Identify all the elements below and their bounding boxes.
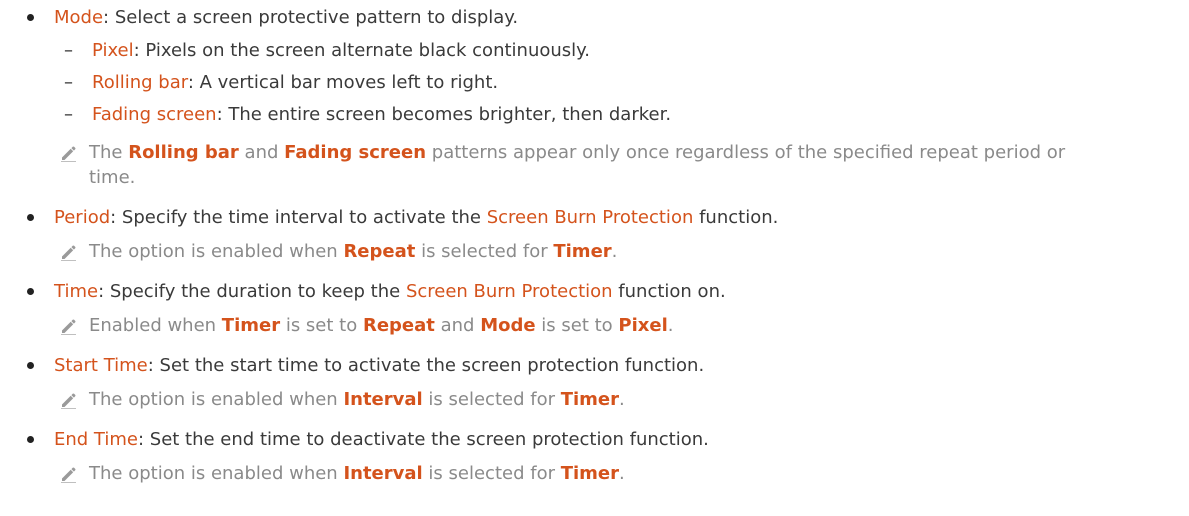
note-text: The — [89, 142, 129, 163]
desc-time: : Specify the duration to keep the — [98, 281, 406, 302]
note-period: The option is enabled when Repeat is sel… — [0, 240, 1189, 264]
note-text: . — [611, 241, 618, 262]
note-text: The option is enabled when — [89, 463, 344, 484]
note-term-timer: Timer — [221, 315, 281, 336]
note-term-repeat: Repeat — [343, 241, 416, 262]
sub-item-pixel: – Pixel: Pixels on the screen alternate … — [0, 39, 1189, 63]
note-term-mode: Mode — [480, 315, 536, 336]
note-text: is selected for — [422, 389, 561, 410]
note-start-time: The option is enabled when Interval is s… — [0, 388, 1189, 412]
term-mode: Mode — [54, 7, 104, 28]
note-text: is set to — [280, 315, 363, 336]
list-item-time: Time: Specify the duration to keep the S… — [0, 280, 1189, 304]
desc-time-end: function on. — [612, 281, 726, 302]
note-text: is selected for — [422, 463, 561, 484]
note-term-timer: Timer — [560, 389, 619, 410]
note-time: Enabled when Timer is set to Repeat and … — [0, 314, 1189, 338]
pencil-icon — [58, 390, 78, 410]
note-text: and — [434, 315, 481, 336]
bullet — [27, 362, 34, 369]
term-end-time: End Time — [54, 429, 138, 450]
term-time: Time — [54, 281, 99, 302]
note-term-rolling-bar: Rolling bar — [128, 142, 239, 163]
list-item-end-time: End Time: Set the end time to deactivate… — [0, 428, 1189, 452]
pencil-icon — [58, 242, 78, 262]
note-term-timer: Timer — [560, 463, 619, 484]
note-text: is selected for — [415, 241, 554, 262]
desc-period: : Specify the time interval to activate … — [110, 207, 487, 228]
desc-end-time: : Set the end time to deactivate the scr… — [137, 429, 709, 450]
note-text: and — [238, 142, 285, 163]
note-term-fading-screen: Fading screen — [284, 142, 427, 163]
term-period: Period — [54, 207, 111, 228]
desc-start-time: : Set the start time to activate the scr… — [147, 355, 705, 376]
term-start-time: Start Time — [54, 355, 148, 376]
term-pixel: Pixel — [92, 40, 134, 61]
note-term-pixel: Pixel — [618, 315, 668, 336]
list-item-period: Period: Specify the time interval to act… — [0, 206, 1189, 230]
note-mode: The Rolling bar and Fading screen patter… — [0, 141, 1189, 165]
note-term-interval: Interval — [343, 389, 423, 410]
note-text: is set to — [535, 315, 619, 336]
dash: – — [64, 40, 73, 61]
term-fading-screen: Fading screen — [92, 104, 217, 125]
term-rolling-bar: Rolling bar — [92, 72, 188, 93]
note-term-timer: Timer — [553, 241, 612, 262]
note-text: . — [619, 389, 625, 410]
sub-item-fading-screen: – Fading screen: The entire screen becom… — [0, 103, 1189, 127]
note-term-interval: Interval — [343, 463, 423, 484]
list-item-start-time: Start Time: Set the start time to activa… — [0, 354, 1189, 378]
bullet — [27, 288, 34, 295]
pencil-icon — [58, 143, 78, 163]
note-end-time: The option is enabled when Interval is s… — [0, 462, 1189, 486]
pencil-icon — [58, 316, 78, 336]
term-screen-burn-protection: Screen Burn Protection — [486, 207, 694, 228]
desc-fading-screen: : The entire screen becomes brighter, th… — [216, 104, 672, 125]
note-text: The option is enabled when — [89, 241, 344, 262]
note-mode-continued: time. — [0, 166, 1189, 190]
note-text: The option is enabled when — [89, 389, 344, 410]
desc-mode: : Select a screen protective pattern to … — [103, 7, 519, 28]
bullet — [27, 214, 34, 221]
note-text: time. — [89, 167, 136, 188]
list-item-mode: Mode: Select a screen protective pattern… — [0, 6, 1189, 30]
pencil-icon — [58, 464, 78, 484]
document-page: Mode: Select a screen protective pattern… — [0, 0, 1189, 516]
desc-pixel: : Pixels on the screen alternate black c… — [133, 40, 590, 61]
desc-rolling-bar: : A vertical bar moves left to right. — [187, 72, 499, 93]
bullet — [27, 14, 34, 21]
note-text: Enabled when — [89, 315, 222, 336]
note-text: patterns appear only once regardless of … — [426, 142, 1066, 163]
desc-period-end: function. — [693, 207, 779, 228]
term-screen-burn-protection: Screen Burn Protection — [405, 281, 613, 302]
dash: – — [64, 104, 73, 125]
note-text: . — [619, 463, 625, 484]
sub-item-rolling-bar: – Rolling bar: A vertical bar moves left… — [0, 71, 1189, 95]
bullet — [27, 436, 34, 443]
dash: – — [64, 72, 73, 93]
note-text: . — [667, 315, 674, 336]
note-term-repeat: Repeat — [362, 315, 435, 336]
